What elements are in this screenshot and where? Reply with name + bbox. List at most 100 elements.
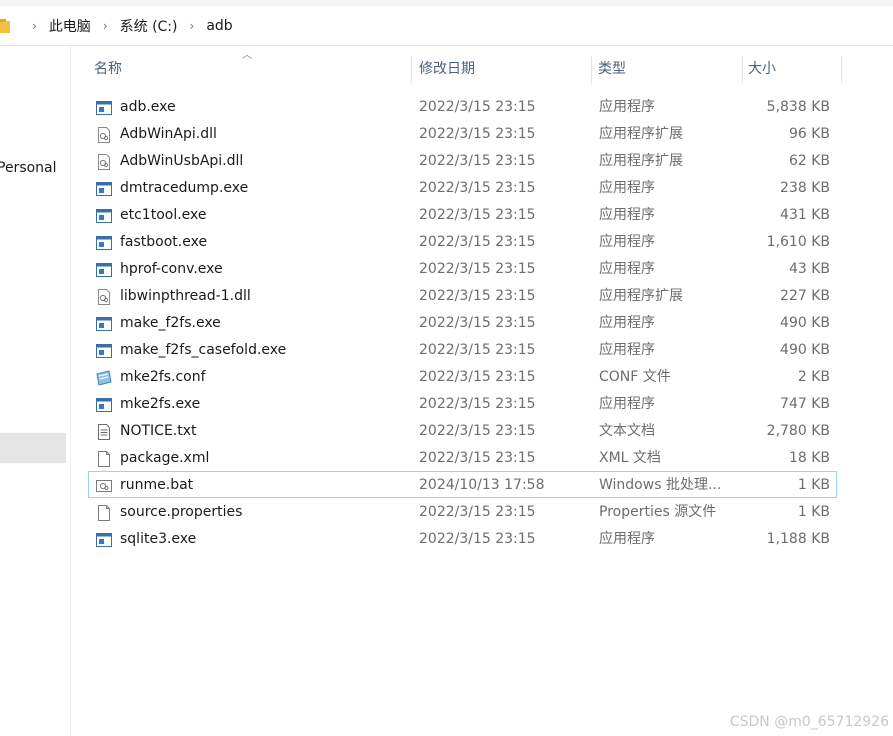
breadcrumb: › 此电脑 › 系统 (C:) › adb <box>0 14 233 38</box>
conf-icon <box>96 369 112 386</box>
chevron-right-icon[interactable]: › <box>32 19 37 33</box>
file-row[interactable]: AdbWinApi.dll 2022/3/15 23:15 应用程序扩展 96 KB <box>88 120 837 147</box>
file-row[interactable]: dmtracedump.exe 2022/3/15 23:15 应用程序 238 KB <box>88 174 837 201</box>
dll-icon <box>96 288 112 305</box>
blank-file-icon <box>96 504 112 521</box>
file-size: 2 KB <box>797 369 830 385</box>
file-date: 2022/3/15 23:15 <box>419 99 536 115</box>
file-type: 应用程序 <box>599 261 655 277</box>
file-row[interactable]: NOTICE.txt 2022/3/15 23:15 文本文档 2,780 KB <box>88 417 837 444</box>
column-header-name[interactable]: 名称 <box>88 52 411 86</box>
navigation-pane: Personal <box>0 46 71 736</box>
file-date: 2022/3/15 23:15 <box>419 531 536 547</box>
file-type: CONF 文件 <box>599 369 671 385</box>
file-row[interactable]: package.xml 2022/3/15 23:15 XML 文档 18 KB <box>88 444 837 471</box>
blank-file-icon <box>96 450 112 467</box>
file-date: 2022/3/15 23:15 <box>419 288 536 304</box>
file-row[interactable]: adb.exe 2022/3/15 23:15 应用程序 5,838 KB <box>88 93 837 120</box>
chevron-right-icon[interactable]: › <box>190 19 195 33</box>
exe-icon <box>96 234 112 250</box>
file-date: 2024/10/13 17:58 <box>419 477 545 493</box>
file-row[interactable]: make_f2fs_casefold.exe 2022/3/15 23:15 应用程… <box>88 336 837 363</box>
file-type: 应用程序 <box>599 180 655 196</box>
file-type: 应用程序 <box>599 234 655 250</box>
file-date: 2022/3/15 23:15 <box>419 369 536 385</box>
file-size: 238 KB <box>780 180 830 196</box>
file-type: 应用程序 <box>599 99 655 115</box>
file-name: AdbWinApi.dll <box>120 126 217 142</box>
column-header-size[interactable]: 大小 <box>742 52 838 86</box>
file-name: NOTICE.txt <box>120 423 197 439</box>
file-date: 2022/3/15 23:15 <box>419 504 536 520</box>
file-type: 文本文档 <box>599 423 655 439</box>
exe-icon <box>96 99 112 115</box>
file-type: 应用程序 <box>599 315 655 331</box>
nav-item-selected[interactable] <box>0 433 66 463</box>
breadcrumb-adb[interactable]: adb <box>206 18 232 34</box>
title-strip <box>0 0 893 6</box>
chevron-right-icon[interactable]: › <box>103 19 108 33</box>
file-date: 2022/3/15 23:15 <box>419 207 536 223</box>
file-row[interactable]: fastboot.exe 2022/3/15 23:15 应用程序 1,610 KB <box>88 228 837 255</box>
file-name: mke2fs.conf <box>120 369 206 385</box>
file-size: 1,610 KB <box>766 234 830 250</box>
file-name: source.properties <box>120 504 243 520</box>
file-type: 应用程序扩展 <box>599 126 683 142</box>
file-name: hprof-conv.exe <box>120 261 223 277</box>
file-row[interactable]: hprof-conv.exe 2022/3/15 23:15 应用程序 43 KB <box>88 255 837 282</box>
file-name: fastboot.exe <box>120 234 208 250</box>
exe-icon <box>96 315 112 331</box>
column-divider[interactable] <box>841 56 842 84</box>
file-name: mke2fs.exe <box>120 396 201 412</box>
column-headers: ︿ 名称 修改日期 类型 大小 <box>88 50 848 86</box>
file-row[interactable]: mke2fs.exe 2022/3/15 23:15 应用程序 747 KB <box>88 390 837 417</box>
file-size: 96 KB <box>788 126 830 142</box>
file-name: make_f2fs_casefold.exe <box>120 342 287 358</box>
file-date: 2022/3/15 23:15 <box>419 180 536 196</box>
bat-icon <box>96 477 112 493</box>
file-row[interactable]: source.properties 2022/3/15 23:15 Properti… <box>88 498 837 525</box>
file-size: 1 KB <box>797 477 830 493</box>
file-name: runme.bat <box>120 477 194 493</box>
breadcrumb-system-drive[interactable]: 系统 (C:) <box>120 16 178 36</box>
file-size: 43 KB <box>788 261 830 277</box>
column-divider[interactable] <box>411 56 412 84</box>
file-size: 1,188 KB <box>766 531 830 547</box>
file-row[interactable]: etc1tool.exe 2022/3/15 23:15 应用程序 431 KB <box>88 201 837 228</box>
folder-icon <box>0 19 10 33</box>
dll-icon <box>96 126 112 143</box>
exe-icon <box>96 531 112 547</box>
file-type: 应用程序 <box>599 396 655 412</box>
nav-item-personal[interactable]: Personal <box>0 160 60 176</box>
column-header-type[interactable]: 类型 <box>592 52 742 86</box>
file-name: libwinpthread-1.dll <box>120 288 251 304</box>
file-size: 227 KB <box>780 288 830 304</box>
nav-item-label: Personal <box>0 160 57 176</box>
file-row[interactable]: AdbWinUsbApi.dll 2022/3/15 23:15 应用程序扩展 62 … <box>88 147 837 174</box>
file-name: package.xml <box>120 450 210 466</box>
column-header-date[interactable]: 修改日期 <box>413 52 591 86</box>
file-date: 2022/3/15 23:15 <box>419 234 536 250</box>
file-name: etc1tool.exe <box>120 207 207 223</box>
breadcrumb-this-pc[interactable]: 此电脑 <box>49 16 91 36</box>
file-type: 应用程序扩展 <box>599 288 683 304</box>
file-date: 2022/3/15 23:15 <box>419 315 536 331</box>
file-row[interactable]: make_f2fs.exe 2022/3/15 23:15 应用程序 490 KB <box>88 309 837 336</box>
file-date: 2022/3/15 23:15 <box>419 423 536 439</box>
file-row[interactable]: sqlite3.exe 2022/3/15 23:15 应用程序 1,188 KB <box>88 525 837 552</box>
file-type: Windows 批处理... <box>599 477 722 493</box>
file-row[interactable]: runme.bat 2024/10/13 17:58 Windows 批处理... 1… <box>88 471 837 498</box>
dll-icon <box>96 153 112 170</box>
file-name: AdbWinUsbApi.dll <box>120 153 244 169</box>
exe-icon <box>96 207 112 223</box>
file-row[interactable]: libwinpthread-1.dll 2022/3/15 23:15 应用程序扩展… <box>88 282 837 309</box>
file-type: 应用程序 <box>599 342 655 358</box>
file-type: 应用程序扩展 <box>599 153 683 169</box>
divider <box>0 45 893 46</box>
address-bar: › 此电脑 › 系统 (C:) › adb <box>0 0 893 46</box>
file-row[interactable]: mke2fs.conf 2022/3/15 23:15 CONF 文件 2 KB <box>88 363 837 390</box>
exe-icon <box>96 261 112 277</box>
exe-icon <box>96 342 112 358</box>
file-date: 2022/3/15 23:15 <box>419 126 536 142</box>
file-date: 2022/3/15 23:15 <box>419 396 536 412</box>
